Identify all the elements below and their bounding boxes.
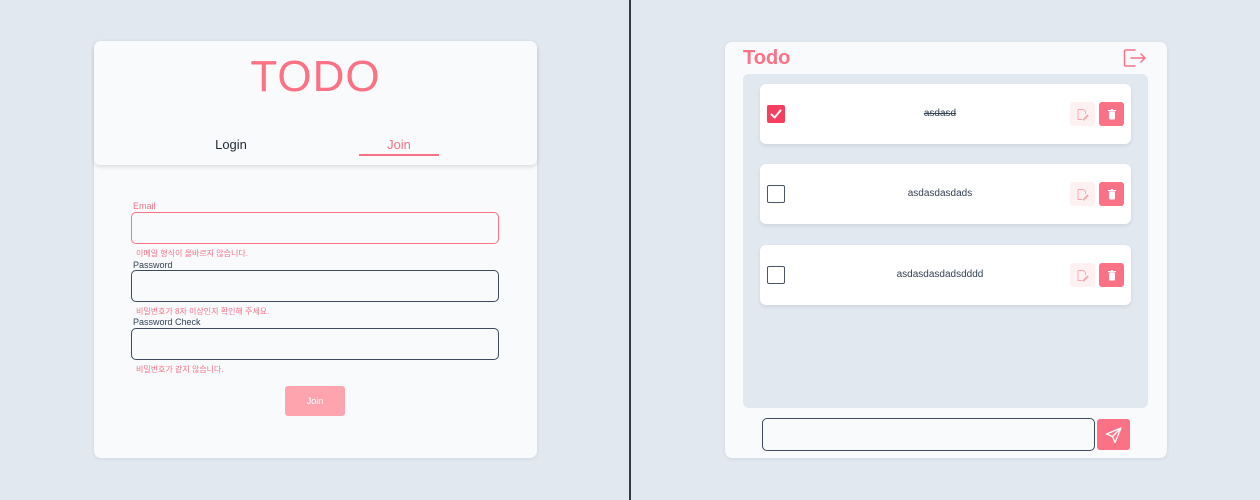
email-label: Email xyxy=(133,201,156,211)
email-error: 이메일 형식이 올바르지 않습니다. xyxy=(136,249,248,258)
tab-join[interactable]: Join xyxy=(359,137,439,152)
todo-pane: Todo asdasd asdasdasdads asdasdasdadsddd… xyxy=(631,0,1260,500)
todo-item: asdasdasdadsdddd xyxy=(760,245,1131,305)
todo-list: asdasd asdasdasdads asdasdasdadsdddd xyxy=(743,74,1148,408)
email-field[interactable] xyxy=(131,212,499,244)
todo-item: asdasd xyxy=(760,84,1131,144)
auth-card: TODO Login Join Email 이메일 형식이 올바르지 않습니다.… xyxy=(94,41,537,458)
password-check-error: 비밀번호가 같지 않습니다. xyxy=(136,365,224,374)
trash-icon xyxy=(1107,188,1116,199)
active-tab-indicator xyxy=(359,154,439,156)
check-icon xyxy=(770,109,782,119)
delete-button[interactable] xyxy=(1099,263,1124,287)
todo-checkbox[interactable] xyxy=(767,105,785,123)
todo-text: asdasdasdadsdddd xyxy=(896,269,984,280)
todo-text: asdasd xyxy=(923,108,957,119)
tab-login[interactable]: Login xyxy=(191,137,271,152)
edit-button[interactable] xyxy=(1070,102,1095,126)
join-pane: TODO Login Join Email 이메일 형식이 올바르지 않습니다.… xyxy=(0,0,629,500)
auth-header: TODO Login Join xyxy=(94,41,537,165)
send-button[interactable] xyxy=(1097,419,1130,450)
brand-title: TODO xyxy=(250,52,381,101)
trash-icon xyxy=(1107,108,1116,119)
password-label: Password xyxy=(133,260,173,270)
todo-card: Todo asdasd asdasdasdads asdasdasdadsddd… xyxy=(725,42,1167,458)
logout-icon[interactable] xyxy=(1123,48,1147,68)
edit-icon xyxy=(1077,108,1089,121)
edit-icon xyxy=(1077,269,1089,282)
delete-button[interactable] xyxy=(1099,102,1124,126)
join-button[interactable]: Join xyxy=(285,386,345,416)
edit-button[interactable] xyxy=(1070,182,1095,206)
new-todo-input[interactable] xyxy=(762,418,1095,451)
todo-text: asdasdasdads xyxy=(907,188,973,199)
trash-icon xyxy=(1107,269,1116,280)
todo-title: Todo xyxy=(743,47,791,69)
password-field[interactable] xyxy=(131,270,499,302)
todo-item: asdasdasdads xyxy=(760,164,1131,224)
edit-icon xyxy=(1077,188,1089,201)
todo-checkbox[interactable] xyxy=(767,185,785,203)
todo-checkbox[interactable] xyxy=(767,266,785,284)
delete-button[interactable] xyxy=(1099,182,1124,206)
password-check-field[interactable] xyxy=(131,328,499,360)
edit-button[interactable] xyxy=(1070,263,1095,287)
password-error: 비밀번호가 8자 이상인지 확인해 주세요. xyxy=(136,307,270,316)
password-check-label: Password Check xyxy=(133,317,201,327)
send-icon xyxy=(1105,426,1122,443)
